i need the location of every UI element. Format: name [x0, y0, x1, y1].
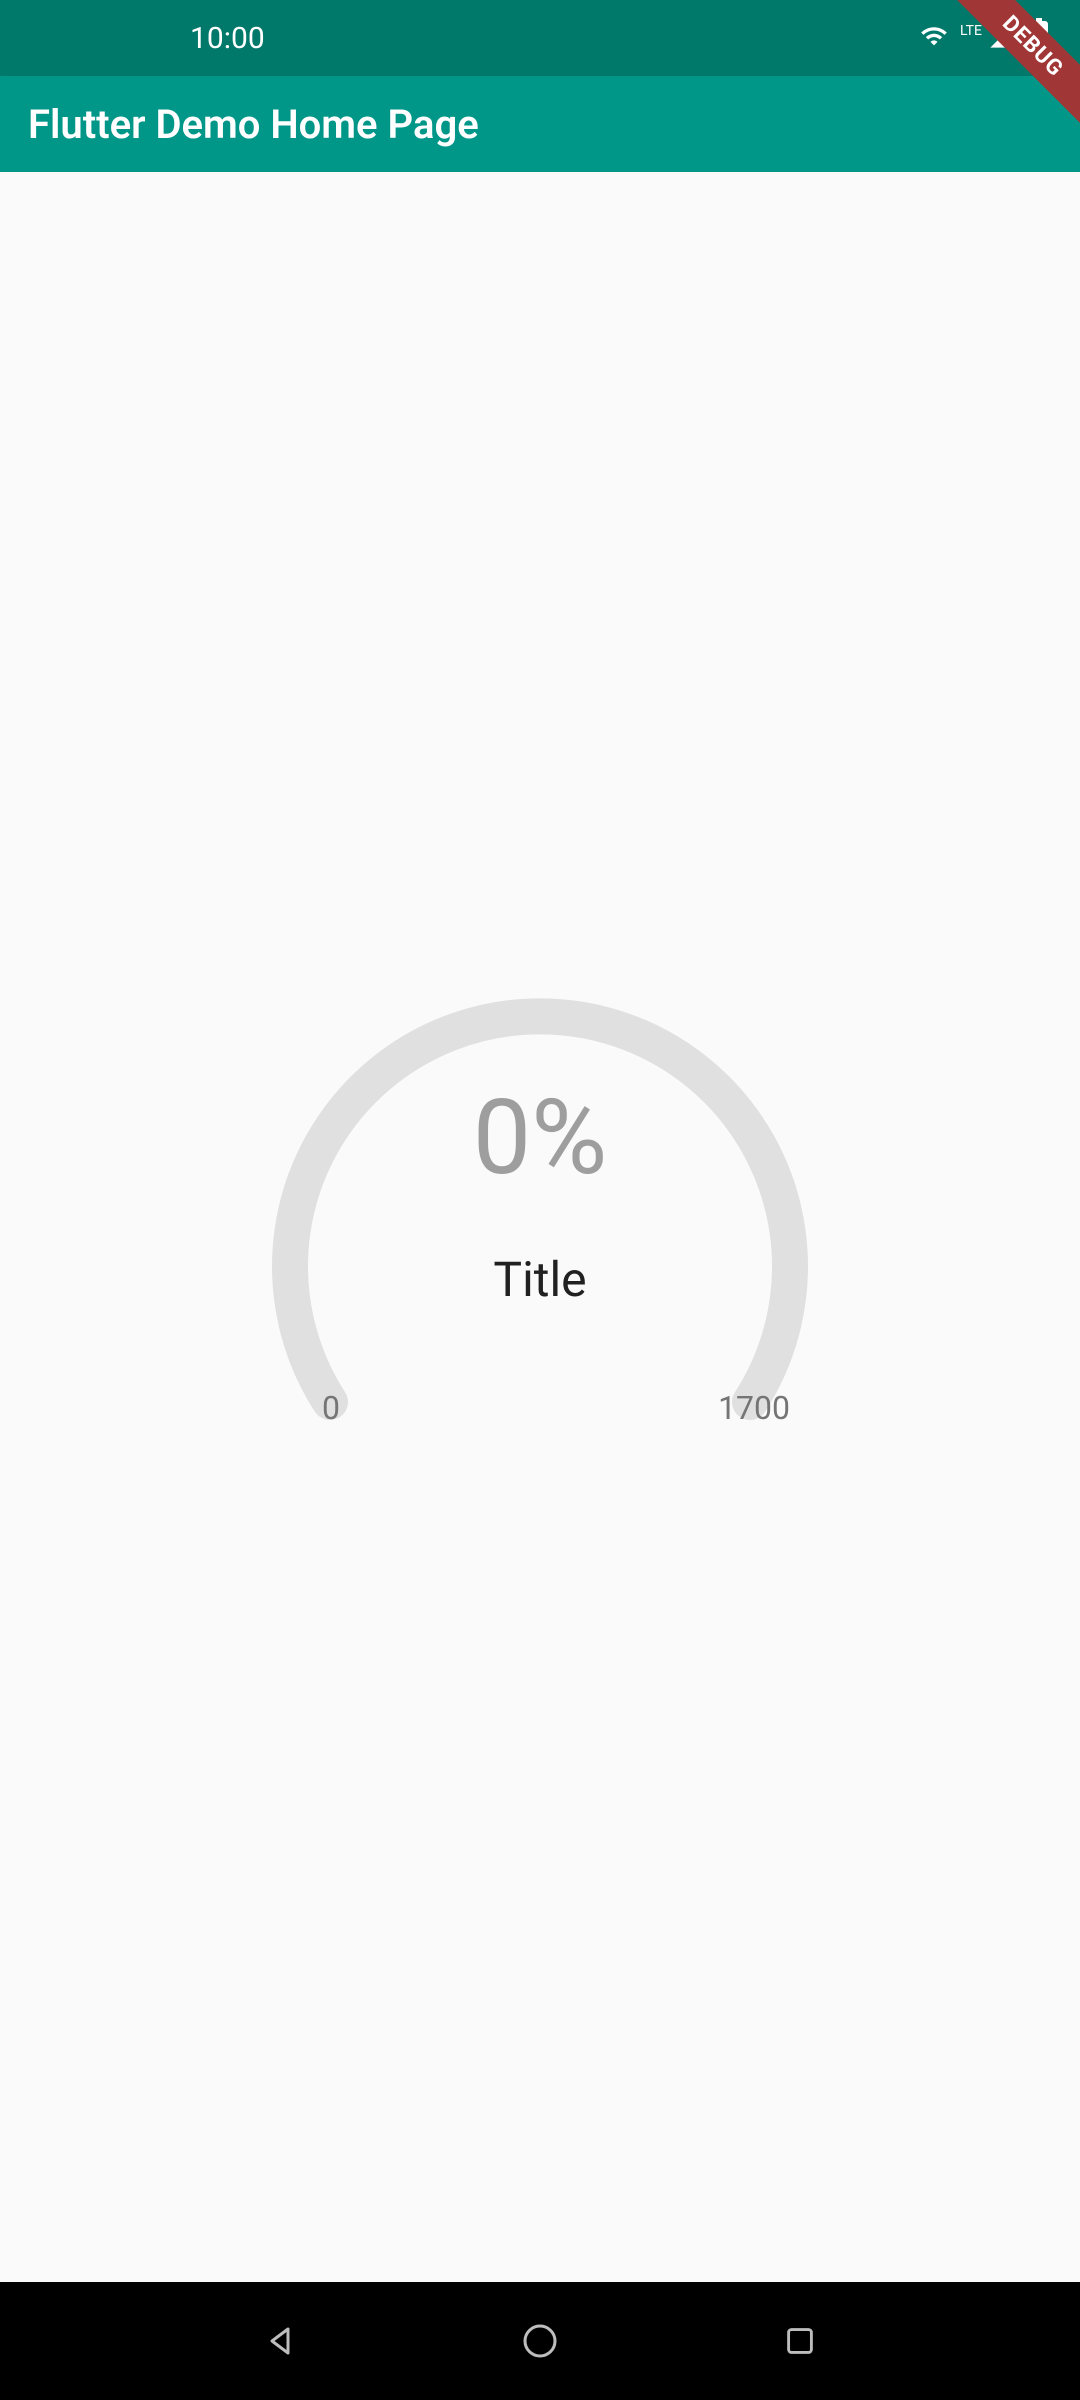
gauge-min-label: 0 [322, 1389, 340, 1427]
main-content: 0% Title 0 1700 [0, 172, 1080, 2282]
lte-label: LTE [960, 23, 982, 39]
gauge-max-label: 1700 [718, 1389, 790, 1427]
status-time: 10:00 [190, 21, 265, 56]
app-bar-title: Flutter Demo Home Page [28, 101, 479, 148]
gauge-center: 0% Title [473, 1087, 608, 1308]
wifi-icon [918, 22, 950, 54]
app-bar: Flutter Demo Home Page [0, 76, 1080, 172]
back-button[interactable] [256, 2317, 304, 2365]
home-button[interactable] [516, 2317, 564, 2365]
status-bar: 10:00 LTE [0, 0, 1080, 76]
gauge-percent-value: 0% [473, 1087, 608, 1191]
gauge-title: Title [473, 1251, 608, 1308]
recent-apps-button[interactable] [776, 2317, 824, 2365]
gauge-chart: 0% Title 0 1700 [240, 927, 840, 1527]
navigation-bar [0, 2282, 1080, 2400]
